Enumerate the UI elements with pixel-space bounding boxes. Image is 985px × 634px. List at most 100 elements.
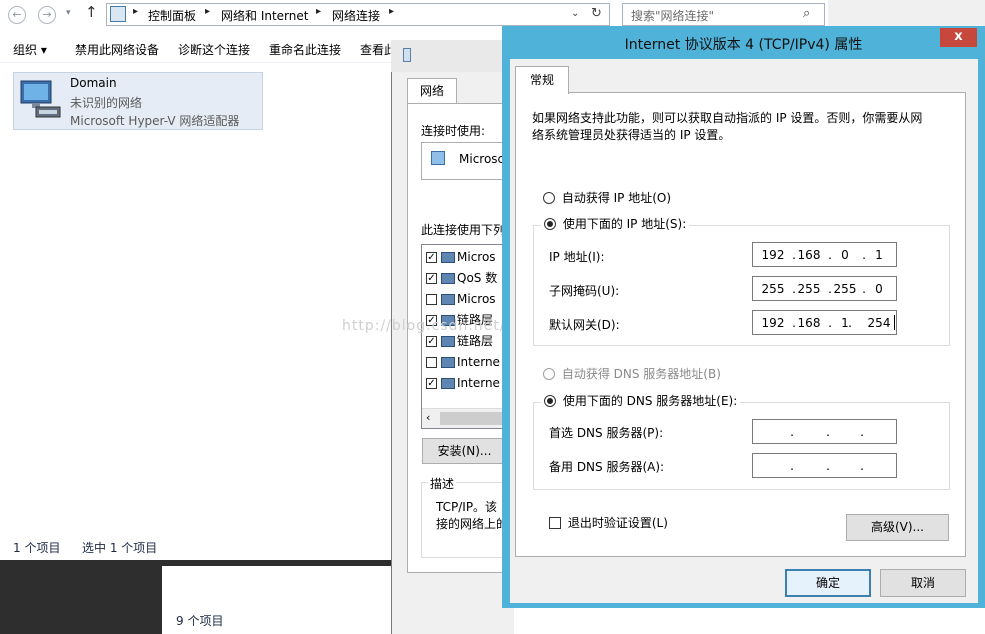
chevron-down-icon[interactable]: ⌄	[571, 8, 579, 19]
checkbox-icon[interactable]	[426, 294, 437, 305]
component-icon	[441, 294, 455, 305]
subnet-mask-input[interactable]: 255 . 255 . 255 . 0	[752, 276, 897, 301]
ip-address-input[interactable]: 192 . 168 . 0 . 1	[752, 242, 897, 267]
mask-octet: 255	[797, 282, 821, 296]
auto-dns-label: 自动获得 DNS 服务器地址(B)	[561, 367, 721, 381]
checkbox-checked-icon[interactable]: ✓	[426, 273, 437, 284]
list-item[interactable]: ✓ Interne	[426, 373, 506, 394]
breadcrumb-separator: ▸	[205, 6, 211, 17]
advanced-button[interactable]: 高级(V)...	[846, 514, 949, 541]
adapter-item-domain[interactable]: Domain 未识别的网络 Microsoft Hyper-V 网络适配器	[13, 72, 263, 130]
list-item[interactable]: ✓ QoS 数	[426, 268, 506, 289]
disable-device-button[interactable]: 禁用此网络设备	[75, 41, 159, 58]
search-input[interactable]: 搜索"网络连接" ⌕	[622, 3, 825, 26]
list-item[interactable]: Interne	[426, 352, 506, 373]
component-label: QoS 数	[457, 271, 498, 285]
dialog-title: Internet 协议版本 4 (TCP/IPv4) 属性	[624, 37, 863, 53]
ipv4-dialog-title-bar[interactable]: Internet 协议版本 4 (TCP/IPv4) 属性	[502, 26, 985, 59]
preferred-dns-input[interactable]: . . .	[752, 419, 897, 444]
auto-ip-label: 自动获得 IP 地址(O)	[561, 191, 672, 205]
tab-network[interactable]: 网络	[407, 78, 457, 104]
forward-icon[interactable]: →	[38, 6, 56, 24]
back-icon[interactable]: ←	[8, 6, 26, 24]
list-item[interactable]: ✓ Micros	[426, 247, 506, 268]
description-title: 描述	[428, 475, 457, 492]
alternate-dns-label: 备用 DNS 服务器(A):	[549, 460, 665, 474]
component-icon	[441, 357, 455, 368]
list-item[interactable]: ✓ 链路层	[426, 331, 506, 352]
search-icon[interactable]: ⌕	[803, 6, 810, 21]
adapter-icon	[431, 151, 445, 165]
gateway-octet: 168	[797, 316, 821, 330]
ip-address-label: IP 地址(I):	[549, 250, 605, 264]
ip-octet: 0	[841, 248, 849, 262]
cancel-button[interactable]: 取消	[880, 569, 966, 597]
component-label: Interne	[457, 355, 500, 369]
item-count: 1 个项目	[13, 541, 61, 555]
recent-chevron-icon[interactable]: ▾	[66, 8, 71, 18]
component-list[interactable]: ✓ Micros ✓ QoS 数 Micros ✓ 链路层 ✓ 链路层 Interne ✓ Inter…	[421, 244, 507, 429]
gateway-label: 默认网关(D):	[549, 318, 620, 332]
adapter-name: Microsc	[459, 152, 505, 166]
scroll-left-icon[interactable]: ‹	[426, 411, 430, 424]
auto-dns-radio[interactable]: 自动获得 DNS 服务器地址(B)	[543, 365, 721, 382]
breadcrumb-separator: ▸	[316, 6, 322, 17]
radio-icon	[543, 367, 555, 380]
diagnose-button[interactable]: 诊断这个连接	[178, 41, 250, 58]
intro-text: 如果网络支持此功能，则可以获取自动指派的 IP 设置。否则，你需要从网	[532, 111, 923, 125]
ok-button[interactable]: 确定	[785, 569, 871, 597]
control-panel-icon	[110, 6, 126, 22]
gateway-octet: 192	[761, 316, 785, 330]
octet-separator: .	[860, 459, 864, 473]
up-arrow-icon[interactable]: ↑	[85, 3, 98, 21]
breadcrumb-item[interactable]: 网络连接	[332, 7, 380, 24]
adapter-status: 未识别的网络	[70, 96, 143, 110]
manual-dns-radio[interactable]: 使用下面的 DNS 服务器地址(E):	[541, 392, 741, 409]
install-button[interactable]: 安装(N)...	[422, 438, 507, 464]
scroll-thumb[interactable]	[440, 412, 506, 425]
gateway-input[interactable]: 192 . 168 . 1 . 254	[752, 310, 897, 335]
checkbox-checked-icon[interactable]: ✓	[426, 336, 437, 347]
items-label: 此连接使用下列	[421, 223, 506, 237]
manual-ip-label: 使用下面的 IP 地址(S):	[562, 217, 687, 231]
breadcrumb-item[interactable]: 控制面板	[148, 7, 196, 24]
rename-button[interactable]: 重命名此连接	[269, 41, 341, 58]
component-icon	[441, 252, 455, 263]
auto-ip-radio[interactable]: 自动获得 IP 地址(O)	[543, 189, 671, 206]
adapter-box: Microsc	[421, 142, 507, 180]
manual-ip-radio[interactable]: 使用下面的 IP 地址(S):	[541, 215, 690, 232]
octet-separator: .	[790, 425, 794, 439]
component-icon	[441, 273, 455, 284]
second-explorer-window: 9 个项目	[162, 566, 392, 634]
network-adapter-icon	[20, 80, 61, 118]
checkbox-checked-icon[interactable]: ✓	[426, 378, 437, 389]
component-icon	[441, 336, 455, 347]
ip-octet: 192	[761, 248, 785, 262]
breadcrumb-item[interactable]: 网络和 Internet	[221, 7, 308, 24]
component-icon	[441, 378, 455, 389]
ip-octet: 1	[875, 248, 883, 262]
refresh-icon[interactable]: ↻	[591, 6, 602, 21]
checkbox-checked-icon[interactable]: ✓	[426, 252, 437, 263]
component-label: Micros	[457, 292, 496, 306]
list-item[interactable]: Micros	[426, 289, 506, 310]
component-label: 链路层	[457, 334, 494, 348]
validate-checkbox[interactable]: 退出时验证设置(L)	[549, 514, 668, 531]
breadcrumb-separator: ▸	[133, 6, 139, 17]
radio-selected-icon	[544, 394, 556, 407]
tab-general[interactable]: 常规	[515, 66, 569, 94]
horizontal-scrollbar[interactable]: ‹	[422, 408, 506, 428]
alternate-dns-input[interactable]: . . .	[752, 453, 897, 478]
address-input[interactable]: ▸ 控制面板 ▸ 网络和 Internet ▸ 网络连接 ▸ ⌄ ↻	[106, 3, 610, 26]
octet-separator: .	[860, 425, 864, 439]
adapter-name: Domain	[70, 76, 117, 90]
mask-octet: 255	[761, 282, 785, 296]
component-label: Interne	[457, 376, 500, 390]
close-button[interactable]: x	[940, 28, 977, 47]
checkbox-icon[interactable]	[426, 357, 437, 368]
organize-menu[interactable]: 组织 ▾	[13, 41, 47, 58]
connect-using-label: 连接时使用:	[421, 124, 486, 138]
octet-separator: .	[848, 316, 852, 330]
preferred-dns-label: 首选 DNS 服务器(P):	[549, 426, 664, 440]
status-bar: 1 个项目 选中 1 个项目	[0, 536, 392, 558]
